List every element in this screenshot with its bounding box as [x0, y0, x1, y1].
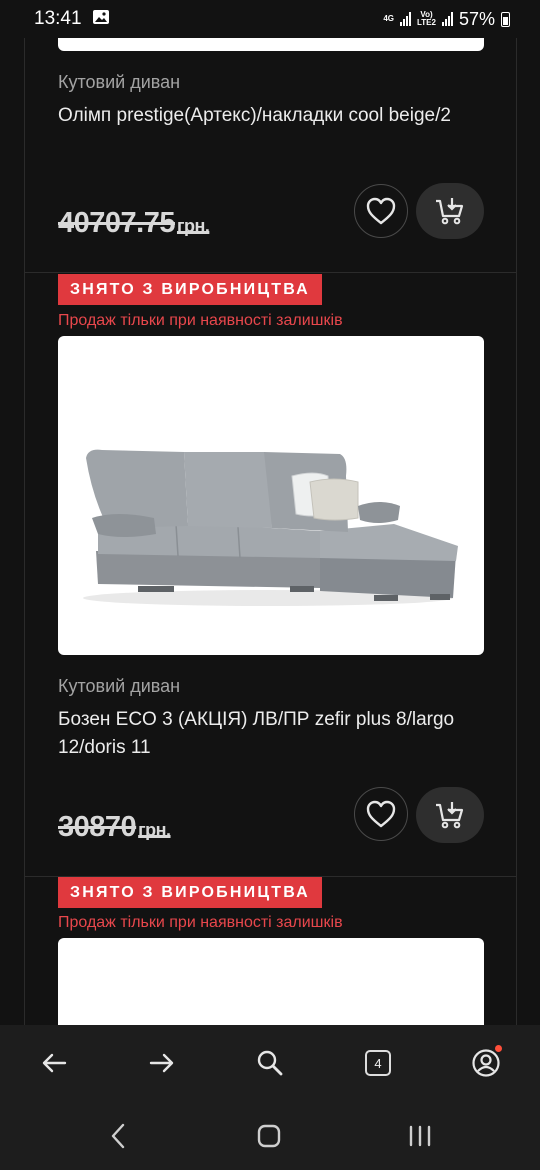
status-time: 13:41: [34, 8, 82, 29]
stock-notice: Продаж тільки при наявності залишків: [58, 914, 343, 931]
image-icon: [92, 9, 110, 30]
search-icon: [257, 1050, 283, 1076]
tabs-button[interactable]: 4: [360, 1045, 396, 1081]
nav-home-icon: [257, 1124, 281, 1148]
stock-notice: Продаж тільки при наявності залишків: [58, 312, 343, 329]
add-to-cart-icon: [436, 802, 464, 829]
back-button[interactable]: [36, 1045, 72, 1081]
system-navigation-bar: [0, 1100, 540, 1170]
notification-dot: [495, 1045, 502, 1052]
product-list[interactable]: Кутовий диван Олімп prestige(Артекс)/нак…: [24, 0, 517, 1025]
product-category: Кутовий диван: [58, 676, 181, 696]
nav-recents-icon: [409, 1125, 431, 1147]
sofa-image: [83, 449, 458, 606]
nav-back-button[interactable]: [100, 1118, 136, 1154]
product-card[interactable]: ЗНЯТО З ВИРОБНИЦТВА Продаж тільки при на…: [25, 876, 516, 1025]
discontinued-badge: ЗНЯТО З ВИРОБНИЦТВА: [58, 877, 322, 908]
account-icon: [472, 1049, 500, 1077]
forward-arrow-icon: [149, 1053, 174, 1073]
search-button[interactable]: [252, 1045, 288, 1081]
forward-button[interactable]: [144, 1045, 180, 1081]
account-button[interactable]: [468, 1045, 504, 1081]
heart-icon: [366, 800, 396, 828]
product-title[interactable]: Бозен ECO 3 (АКЦІЯ) ЛВ/ПР zefir plus 8/l…: [58, 706, 458, 762]
add-to-cart-button[interactable]: [416, 787, 484, 843]
add-to-cart-button[interactable]: [416, 183, 484, 239]
wishlist-button[interactable]: [354, 787, 408, 841]
battery-percent: 57%: [458, 8, 495, 29]
battery-icon: [501, 11, 510, 27]
signal-icon: [400, 12, 411, 26]
volte-indicator: Vo) LTE2: [417, 10, 436, 27]
product-card[interactable]: Кутовий диван Олімп prestige(Артекс)/нак…: [25, 0, 516, 272]
tabs-icon: 4: [365, 1050, 391, 1076]
signal-icon: [441, 12, 453, 26]
browser-toolbar: 4: [0, 1025, 540, 1100]
product-image[interactable]: [58, 938, 484, 1025]
heart-icon: [366, 197, 396, 225]
product-card[interactable]: ЗНЯТО З ВИРОБНИЦТВА Продаж тільки при на…: [25, 272, 516, 876]
product-price: 40707.75 грн.: [58, 207, 210, 239]
product-price: 30870 грн.: [58, 811, 171, 843]
nav-recents-button[interactable]: [402, 1118, 438, 1154]
nav-home-button[interactable]: [251, 1118, 287, 1154]
wishlist-button[interactable]: [354, 184, 408, 238]
add-to-cart-icon: [436, 198, 464, 225]
nav-back-icon: [111, 1123, 125, 1149]
network-type: 4G: [383, 14, 394, 23]
product-title[interactable]: Олімп prestige(Артекс)/накладки cool bei…: [58, 102, 458, 130]
product-image[interactable]: [58, 336, 484, 655]
product-category: Кутовий диван: [58, 72, 181, 92]
status-bar: 13:41 4G Vo) LTE2 57%: [0, 0, 540, 38]
back-arrow-icon: [42, 1053, 67, 1073]
discontinued-badge: ЗНЯТО З ВИРОБНИЦТВА: [58, 274, 322, 305]
